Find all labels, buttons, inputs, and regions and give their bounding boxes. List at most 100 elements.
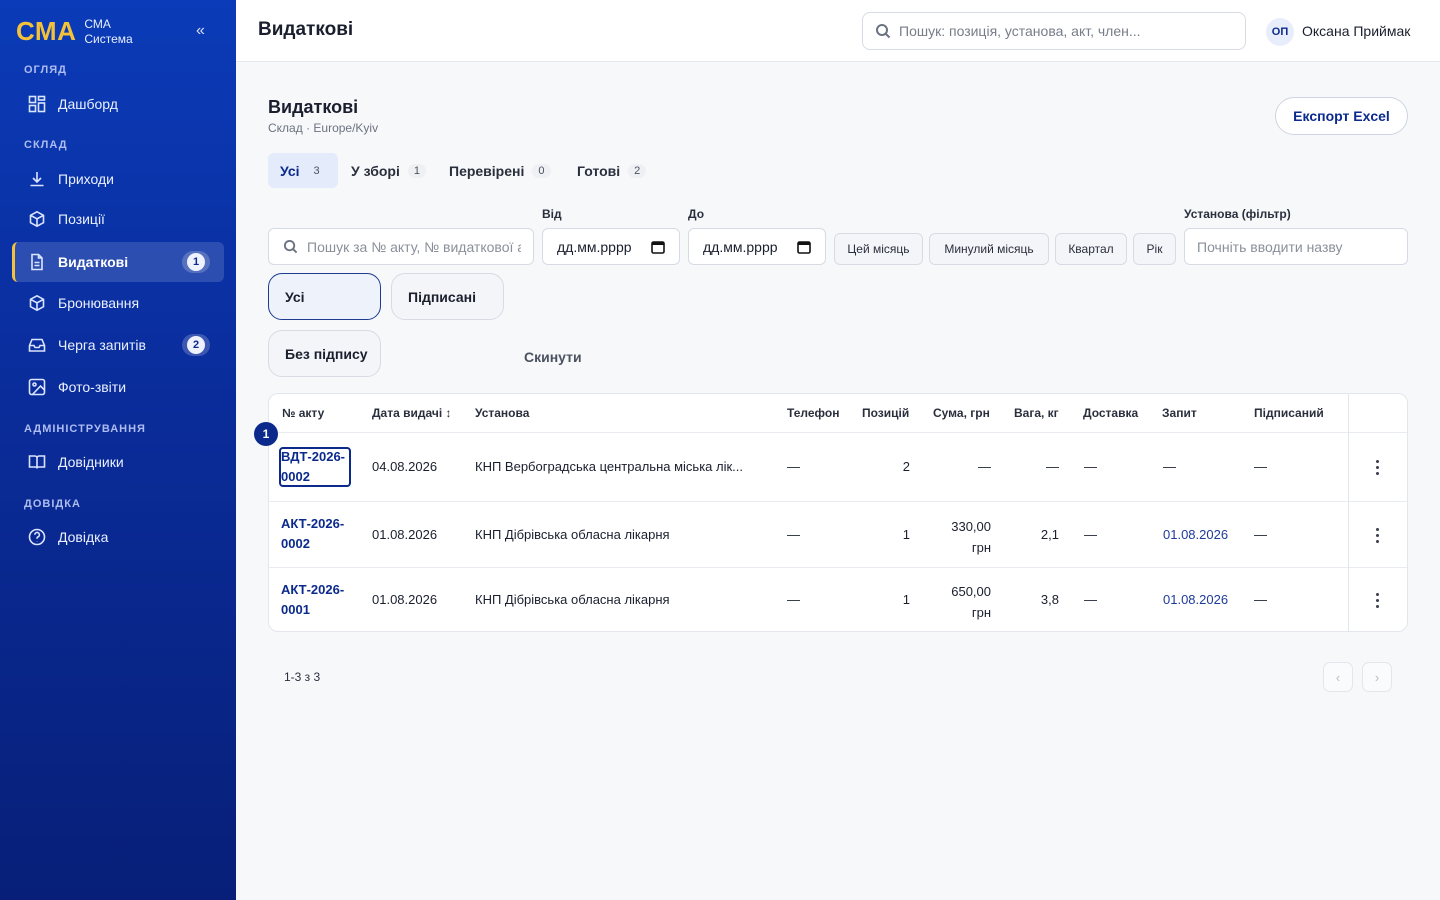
sidebar-item-label: Позиції: [58, 211, 105, 227]
calendar-icon[interactable]: [651, 240, 665, 254]
positions-count: 1: [902, 527, 910, 542]
sign-filter-unsigned[interactable]: Без підпису: [268, 330, 381, 377]
brand-logo: СМА: [16, 16, 77, 46]
collapse-sidebar-button[interactable]: «: [196, 22, 205, 40]
image-icon: [28, 378, 46, 396]
brand[interactable]: СМА СМА Система: [16, 16, 133, 47]
global-search-input[interactable]: [899, 23, 1229, 39]
search-icon: [876, 24, 891, 39]
phone: —: [787, 527, 800, 542]
sum: 650,00 грн: [931, 581, 991, 623]
column-header-sortable[interactable]: Дата видачі ↕: [372, 406, 452, 420]
quick-year-button[interactable]: Рік: [1133, 233, 1176, 265]
table-row[interactable]: АКТ-2026- 0001 01.08.2026 КНП Дібрівська…: [269, 567, 1407, 631]
institution-name: КНП Дібрівська обласна лікарня: [475, 592, 670, 607]
sum: 330,00 грн: [931, 516, 991, 558]
act-number-link[interactable]: ВДТ-2026- 0002: [281, 447, 353, 487]
avatar[interactable]: ОП: [1266, 18, 1294, 46]
delivery: —: [1084, 459, 1097, 474]
date-to-label: До: [688, 207, 705, 221]
nav-section-warehouse: СКЛАД: [24, 139, 68, 151]
sum: —: [978, 459, 991, 474]
next-page-button[interactable]: ›: [1362, 662, 1392, 692]
step-badge: 1: [254, 422, 278, 446]
topbar-title: Видаткові: [258, 19, 354, 40]
act-search-input[interactable]: [307, 238, 521, 255]
reset-filters-button[interactable]: Скинути: [524, 349, 582, 365]
act-number-link[interactable]: АКТ-2026- 0001: [281, 580, 353, 620]
sidebar-item-label: Довідка: [58, 529, 109, 545]
quick-quarter-button[interactable]: Квартал: [1055, 233, 1127, 265]
tab-count: 2: [628, 163, 647, 178]
sum-currency: грн: [971, 605, 991, 620]
expenses-table: № акту Дата видачі ↕ Установа Телефон По…: [268, 393, 1408, 632]
date-from-label: Від: [542, 207, 562, 221]
badge-value: 2: [187, 336, 205, 354]
weight: 2,1: [1040, 527, 1059, 542]
page-subtitle: Склад · Europe/Kyiv: [268, 121, 379, 135]
sidebar-item-positions[interactable]: Позиції: [12, 199, 224, 239]
nav-section-overview: ОГЛЯД: [24, 64, 67, 76]
sidebar-item-label: Дашборд: [58, 96, 118, 112]
actions-column-divider: [1348, 394, 1349, 631]
sum-amount: 650,00: [951, 584, 991, 599]
sidebar-item-label: Черга запитів: [58, 337, 146, 353]
institution-filter-input[interactable]: [1197, 238, 1397, 255]
request-date-link[interactable]: 01.08.2026: [1163, 592, 1228, 607]
row-menu-icon[interactable]: [1369, 457, 1385, 477]
signed: —: [1254, 459, 1267, 474]
date-from-field[interactable]: дд.мм.рррр: [542, 228, 680, 265]
brand-line-2: Система: [84, 31, 133, 46]
user-name[interactable]: Оксана Приймак: [1302, 23, 1410, 39]
table-row[interactable]: АКТ-2026- 0002 01.08.2026 КНП Дібрівська…: [269, 501, 1407, 567]
tab-verified[interactable]: Перевірені 0: [437, 153, 563, 188]
weight: 3,8: [1040, 592, 1059, 607]
tab-in-assembly[interactable]: У зборі 1: [339, 153, 438, 188]
tab-all[interactable]: Усі 3: [268, 153, 338, 188]
sidebar-item-label: Приходи: [58, 171, 114, 187]
sidebar-item-help[interactable]: Довідка: [12, 517, 224, 557]
institution-name: КНП Дібрівська обласна лікарня: [475, 527, 670, 542]
quick-this-month-button[interactable]: Цей місяць: [834, 233, 923, 265]
sidebar-item-photo-reports[interactable]: Фото-звіти: [12, 367, 224, 407]
weight: —: [1046, 459, 1059, 474]
column-header: Сума, грн: [933, 406, 990, 420]
expenses-count-badge: 1: [182, 251, 210, 273]
sidebar-item-label: Довідники: [58, 454, 124, 470]
global-search[interactable]: [862, 12, 1246, 50]
sign-filter-signed[interactable]: Підписані: [391, 273, 504, 320]
tab-count: 0: [532, 163, 551, 178]
sidebar-item-expenses[interactable]: Видаткові 1: [12, 242, 224, 282]
act-search[interactable]: [268, 228, 534, 265]
table-row[interactable]: ВДТ-2026- 0002 04.08.2026 КНП Вербоградс…: [269, 432, 1407, 501]
sidebar-item-directories[interactable]: Довідники: [12, 442, 224, 482]
page-title: Видаткові: [268, 97, 359, 117]
column-header: Телефон: [787, 406, 840, 420]
row-menu-icon[interactable]: [1369, 590, 1385, 610]
tab-label: Готові: [577, 162, 621, 179]
sidebar-item-dashboard[interactable]: Дашборд: [12, 84, 224, 124]
sidebar-item-request-queue[interactable]: Черга запитів 2: [12, 325, 224, 365]
sign-filter-all[interactable]: Усі: [268, 273, 381, 320]
sidebar-item-label: Фото-звіти: [58, 379, 127, 395]
column-header: Доставка: [1083, 406, 1139, 420]
institution-filter[interactable]: [1184, 228, 1408, 265]
previous-page-button[interactable]: ‹: [1323, 662, 1353, 692]
column-header: Запит: [1162, 406, 1197, 420]
calendar-icon[interactable]: [797, 240, 811, 254]
sidebar-item-bookings[interactable]: Бронювання: [12, 283, 224, 323]
nav-section-admin: АДМІНІСТРУВАННЯ: [24, 423, 146, 435]
pagination-info: 1-3 з 3: [284, 670, 321, 684]
date-to-field[interactable]: дд.мм.рррр: [688, 228, 826, 265]
phone: —: [787, 592, 800, 607]
positions-count: 2: [902, 459, 910, 474]
sidebar-item-receipts[interactable]: Приходи: [12, 159, 224, 199]
quick-last-month-button[interactable]: Минулий місяць: [929, 233, 1049, 265]
request-date-link[interactable]: 01.08.2026: [1163, 527, 1228, 542]
export-excel-button[interactable]: Експорт Excel: [1275, 97, 1408, 135]
signed: —: [1254, 592, 1267, 607]
row-menu-icon[interactable]: [1369, 525, 1385, 545]
column-header[interactable]: № акту: [282, 406, 324, 420]
tab-ready[interactable]: Готові 2: [565, 153, 658, 188]
act-number-link[interactable]: АКТ-2026- 0002: [281, 514, 353, 554]
